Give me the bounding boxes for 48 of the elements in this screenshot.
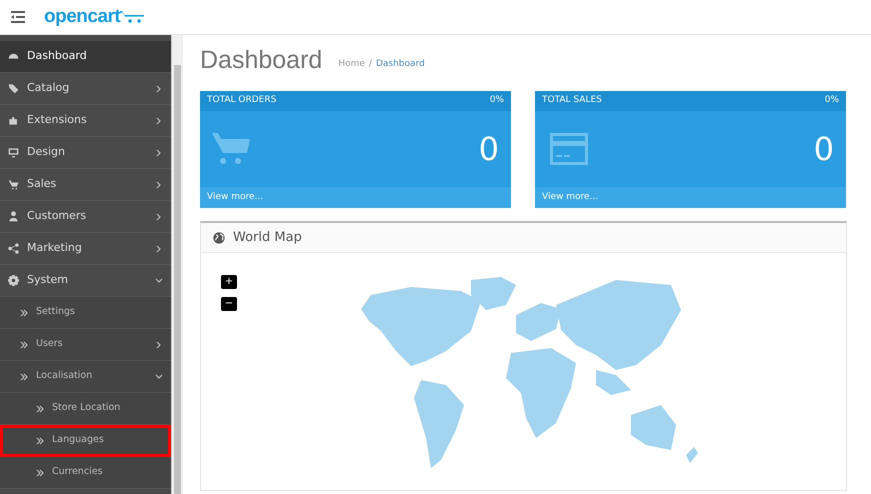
chevron-right-icon (155, 244, 163, 252)
scrollbar-thumb[interactable] (174, 65, 181, 494)
breadcrumb-link[interactable]: Dashboard (376, 58, 425, 71)
gear-icon (8, 275, 19, 286)
chevron-right-icon (155, 84, 163, 92)
globe-icon (213, 232, 225, 244)
breadcrumb-separator: / (368, 58, 372, 70)
card-title: World Map (233, 228, 302, 247)
credit-card-icon (547, 130, 591, 168)
chevron-right-icon (155, 116, 163, 124)
monitor-icon (8, 147, 19, 158)
tile-value: 0 (814, 129, 834, 170)
zoom-out-button[interactable]: − (221, 297, 237, 311)
zoom-in-button[interactable]: + (221, 275, 237, 289)
tile-title: TOTAL SALES (542, 94, 602, 108)
share-icon (8, 243, 19, 254)
sidebar-item[interactable]: Languages (0, 425, 171, 457)
double-chevron-icon (20, 308, 28, 316)
tile-value: 0 (478, 129, 499, 170)
cart-icon (8, 179, 19, 190)
double-chevron-icon (20, 372, 28, 380)
puzzle-icon (8, 115, 19, 126)
chevron-right-icon (155, 212, 163, 220)
page-title: Dashboard (200, 45, 322, 75)
sidebar-item[interactable]: Settings (0, 297, 171, 329)
tile-percent: 0% (490, 94, 504, 108)
tile-title: TOTAL ORDERS (207, 94, 276, 108)
chevron-right-icon (155, 340, 163, 348)
double-chevron-icon (20, 340, 28, 348)
sidebar-item[interactable]: Dashboard (0, 41, 171, 73)
sidebar-item[interactable]: Currencies (0, 457, 171, 489)
chevron-down-icon (155, 276, 163, 284)
sidebar-item[interactable]: Store Location (0, 393, 171, 425)
chevron-right-icon (155, 180, 163, 188)
menu-icon (11, 11, 25, 23)
cart-logo-icon (120, 10, 146, 24)
double-chevron-icon (36, 468, 44, 476)
tag-icon (8, 83, 19, 94)
sidebar-item[interactable]: Localisation (0, 361, 171, 393)
chevron-right-icon (155, 148, 163, 156)
chevron-down-icon (155, 372, 163, 380)
double-chevron-icon (36, 436, 44, 444)
user-icon (8, 211, 19, 222)
logo-text: opencart (44, 4, 120, 29)
double-chevron-icon (36, 404, 44, 412)
cart-icon (212, 132, 250, 166)
sidebar-item[interactable]: Users (0, 329, 171, 361)
tile-percent: 0% (824, 94, 839, 108)
